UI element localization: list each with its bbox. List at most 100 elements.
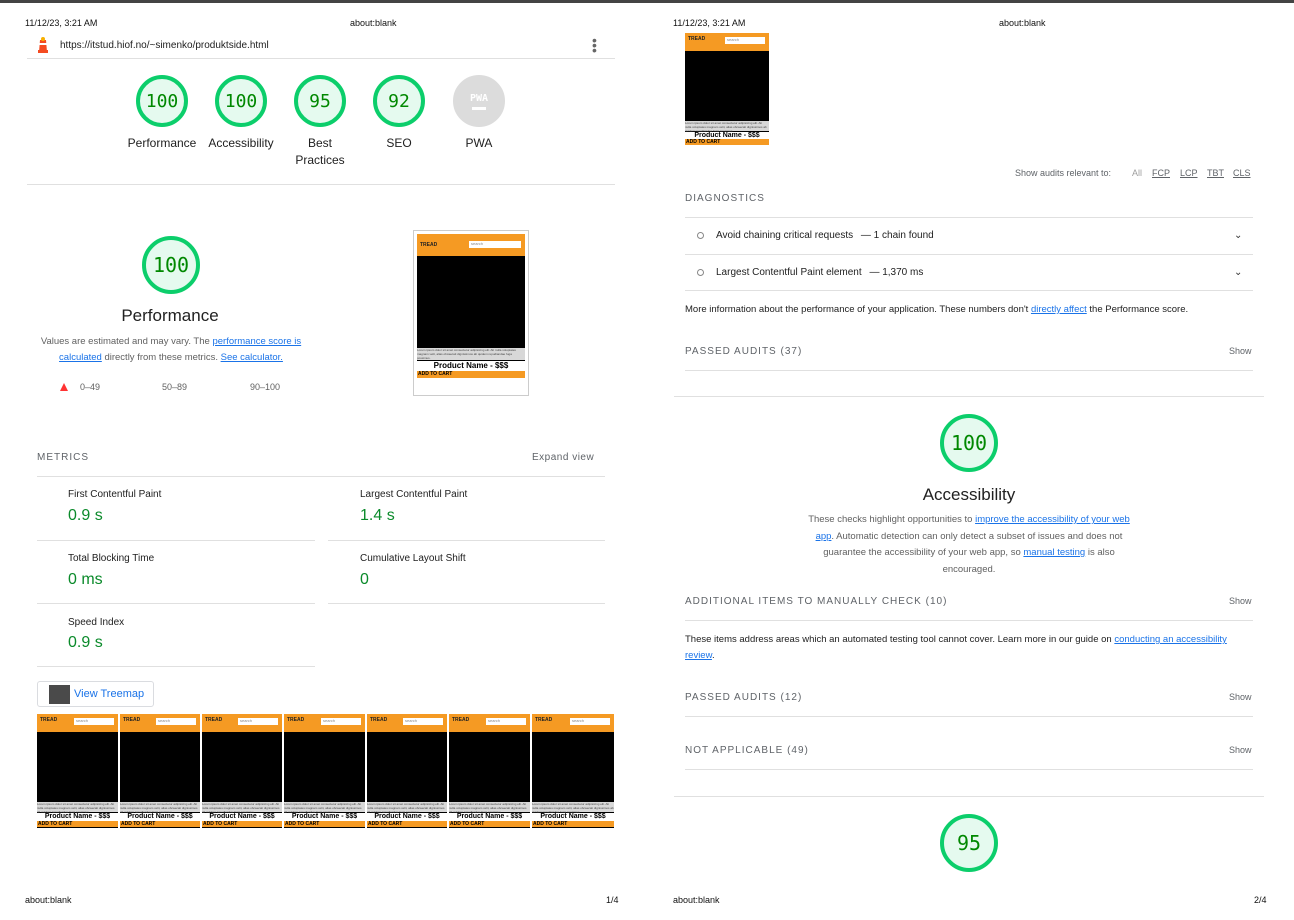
phone-cart: ADD TO CART	[417, 371, 525, 378]
phone-cart: ADD TO CART	[685, 139, 769, 145]
phone-product: Product Name - $$$	[120, 813, 200, 821]
phone-cart: ADD TO CART	[37, 821, 118, 827]
audit-detail: — 1 chain found	[860, 230, 934, 241]
filter-cls[interactable]: CLS	[1233, 168, 1251, 178]
show-toggle[interactable]: Show	[1229, 745, 1252, 755]
metric-divider	[37, 666, 315, 667]
metric-divider	[328, 540, 605, 541]
phone-lorem: Lorem ipsum dolor sit amet consectetur a…	[367, 802, 447, 814]
phone-logo: TREAD	[535, 717, 553, 723]
show-audits-label: Show audits relevant to:	[1015, 168, 1112, 178]
filmstrip-frame: TREAD search Lorem ipsum dolor sit amet co…	[284, 714, 365, 828]
metric-fcp-value: 0.9 s	[68, 507, 103, 524]
phone-search: search	[238, 718, 278, 725]
phone-search: search	[321, 718, 361, 725]
metric-tbt-title: Total Blocking Time	[68, 553, 155, 564]
window-top-border	[0, 0, 1294, 3]
phone-product: Product Name - $$$	[284, 813, 365, 821]
more-info-text: More information about the performance o…	[685, 304, 1188, 315]
phone-cart: ADD TO CART	[202, 821, 282, 827]
phone-product: Product Name - $$$	[202, 813, 282, 821]
audit-lcp-element[interactable]: Largest Contentful Paint element — 1,370…	[716, 267, 923, 278]
not-applicable-count: (49)	[787, 745, 809, 756]
gauge-best-practices[interactable]: 95	[294, 75, 346, 127]
directly-affect-link[interactable]: directly affect	[1031, 304, 1087, 315]
phone-lorem: Lorem ipsum dolor sit amet consectetur a…	[37, 802, 118, 814]
kebab-menu-icon[interactable]: • • •	[592, 33, 597, 57]
phone-search: search	[486, 718, 526, 725]
phone-product: Product Name - $$$	[449, 813, 530, 821]
audit-critical-requests[interactable]: Avoid chaining critical requests — 1 cha…	[716, 230, 934, 241]
audit-divider	[685, 254, 1253, 255]
show-toggle[interactable]: Show	[1229, 692, 1252, 702]
passed-audits-heading[interactable]: PASSED AUDITS (12)	[685, 692, 802, 703]
phone-lorem: Lorem ipsum dolor sit amet consectetur a…	[284, 802, 365, 814]
manual-check-count: (10)	[925, 596, 948, 607]
metric-si-value: 0.9 s	[68, 634, 103, 651]
show-toggle[interactable]: Show	[1229, 596, 1252, 606]
filter-lcp[interactable]: LCP	[1180, 168, 1198, 178]
gauge-label-pwa: PWA	[465, 136, 493, 150]
accessibility-title: Accessibility	[922, 485, 1016, 504]
print-header-title: about:blank	[350, 18, 397, 28]
print-footer-url: about:blank	[673, 895, 720, 905]
metrics-top-divider	[37, 476, 605, 477]
phone-logo: TREAD	[452, 717, 470, 723]
filter-tbt[interactable]: TBT	[1207, 168, 1224, 178]
expand-view-toggle[interactable]: Expand view	[532, 452, 594, 463]
manual-check-text: These items address areas which an autom…	[685, 634, 1227, 661]
manual-check-heading[interactable]: ADDITIONAL ITEMS TO MANUALLY CHECK (10)	[685, 596, 947, 607]
performance-score-gauge[interactable]: 100	[142, 236, 200, 294]
best-practices-score-gauge[interactable]: 95	[940, 814, 998, 872]
diagnostics-divider	[685, 217, 1253, 218]
phone-lorem: Lorem ipsum dolor sit amet consectetur a…	[532, 802, 614, 814]
phone-search: search	[725, 37, 765, 44]
see-calculator-link[interactable]: See calculator.	[221, 352, 283, 363]
final-screenshot: TREAD search Lorem ipsum dolor sit amet c…	[417, 234, 525, 378]
passed-audits-heading[interactable]: PASSED AUDITS (37)	[685, 346, 802, 357]
phone-product: Product Name - $$$	[37, 813, 118, 821]
show-toggle[interactable]: Show	[1229, 346, 1252, 356]
phone-lorem: Lorem ipsum dolor sit amet consectetur a…	[449, 802, 530, 814]
manual-testing-link[interactable]: manual testing	[1023, 547, 1085, 558]
audit-divider	[685, 716, 1253, 717]
phone-cart: ADD TO CART	[449, 821, 530, 827]
phone-logo: TREAD	[287, 717, 305, 723]
chevron-down-icon[interactable]: ⌄	[1234, 230, 1242, 241]
print-page-number: 1/4	[606, 895, 619, 905]
metric-divider	[37, 603, 315, 604]
url-divider	[27, 58, 615, 59]
audit-detail: — 1,370 ms	[869, 267, 924, 278]
treemap-icon	[49, 685, 70, 704]
phone-logo: TREAD	[123, 717, 141, 723]
metric-cls-title: Cumulative Layout Shift	[360, 553, 466, 564]
audit-divider	[685, 769, 1253, 770]
manual-check-desc: These items address areas which an autom…	[685, 634, 1112, 645]
gauge-seo[interactable]: 92	[373, 75, 425, 127]
phone-search: search	[156, 718, 196, 725]
not-applicable-heading[interactable]: NOT APPLICABLE (49)	[685, 745, 809, 756]
lighthouse-icon	[36, 36, 50, 54]
gauge-performance[interactable]: 100	[136, 75, 188, 127]
phone-search: search	[469, 241, 521, 248]
gauge-accessibility[interactable]: 100	[215, 75, 267, 127]
gauges-divider	[27, 184, 615, 185]
print-footer-url: about:blank	[25, 895, 72, 905]
view-treemap-label: View Treemap	[74, 688, 145, 700]
report-url[interactable]: https://itstud.hiof.no/~simenko/produkts…	[60, 40, 269, 51]
metric-lcp-title: Largest Contentful Paint	[360, 489, 468, 500]
filmstrip-frame: TREAD search Lorem ipsum dolor sit amet co…	[367, 714, 447, 828]
filter-fcp[interactable]: FCP	[1152, 168, 1170, 178]
gauge-pwa[interactable]: PWA	[453, 75, 505, 127]
chevron-down-icon[interactable]: ⌄	[1234, 267, 1242, 278]
filter-all[interactable]: All	[1132, 168, 1142, 178]
accessibility-score-gauge[interactable]: 100	[940, 414, 998, 472]
phone-cart: ADD TO CART	[367, 821, 447, 827]
audit-divider	[685, 290, 1253, 291]
phone-product: Product Name - $$$	[532, 813, 614, 821]
view-treemap-button[interactable]: View Treemap	[37, 681, 154, 707]
performance-title: Performance	[121, 306, 219, 325]
more-info-part-2: the Performance score.	[1089, 304, 1189, 315]
metric-cls-value: 0	[360, 571, 369, 588]
phone-cart: ADD TO CART	[284, 821, 365, 827]
